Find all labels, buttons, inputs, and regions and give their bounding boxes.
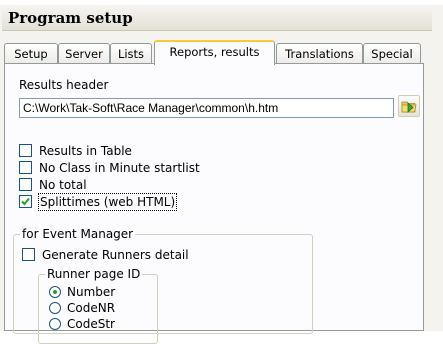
runner-page-id-title: Runner page ID: [45, 267, 143, 281]
number-radio[interactable]: [49, 286, 61, 298]
runner-page-id-group: Runner page ID Number CodeNR CodeStr: [38, 267, 158, 344]
splittimes-checkbox[interactable]: [19, 195, 32, 208]
radio-selected-dot: [53, 290, 57, 294]
tab-setup[interactable]: Setup: [4, 43, 58, 64]
no-total-checkbox[interactable]: [19, 178, 32, 191]
results-in-table-label: Results in Table: [39, 144, 132, 158]
tab-server[interactable]: Server: [58, 43, 110, 64]
program-setup-window: Program setup Setup Server Lists Reports…: [0, 0, 443, 344]
results-header-label: Results header: [19, 78, 109, 92]
event-manager-group: for Event Manager Generate Runners detai…: [13, 227, 313, 344]
codestr-radio-label: CodeStr: [67, 317, 115, 331]
splittimes-label: Splittimes (web HTML): [37, 193, 178, 211]
tab-special[interactable]: Special: [363, 43, 421, 64]
results-in-table-checkbox[interactable]: [19, 144, 32, 157]
tab-bar: Setup Server Lists Reports, results Tran…: [4, 40, 424, 65]
tab-translations[interactable]: Translations: [276, 43, 363, 64]
event-manager-group-title: for Event Manager: [20, 227, 136, 241]
reports-results-panel: Results header C:\Work\Tak-Soft\Race Man…: [4, 63, 424, 344]
tab-lists[interactable]: Lists: [110, 43, 152, 64]
no-class-label: No Class in Minute startlist: [39, 161, 200, 175]
number-radio-label: Number: [67, 285, 116, 299]
check-mark-icon: [21, 197, 30, 206]
browse-button[interactable]: [398, 95, 420, 117]
results-header-input[interactable]: C:\Work\Tak-Soft\Race Manager\common\h.h…: [19, 98, 394, 118]
codenr-radio[interactable]: [49, 302, 61, 314]
codestr-radio[interactable]: [49, 318, 61, 330]
codenr-radio-label: CodeNR: [67, 301, 116, 315]
no-class-checkbox[interactable]: [19, 161, 32, 174]
generate-runners-checkbox[interactable]: [22, 248, 35, 261]
folder-icon: [401, 101, 417, 113]
no-total-label: No total: [39, 178, 87, 192]
window-title: Program setup: [2, 5, 432, 31]
tab-reports-results[interactable]: Reports, results: [154, 40, 275, 65]
generate-runners-label: Generate Runners detail: [42, 248, 189, 262]
